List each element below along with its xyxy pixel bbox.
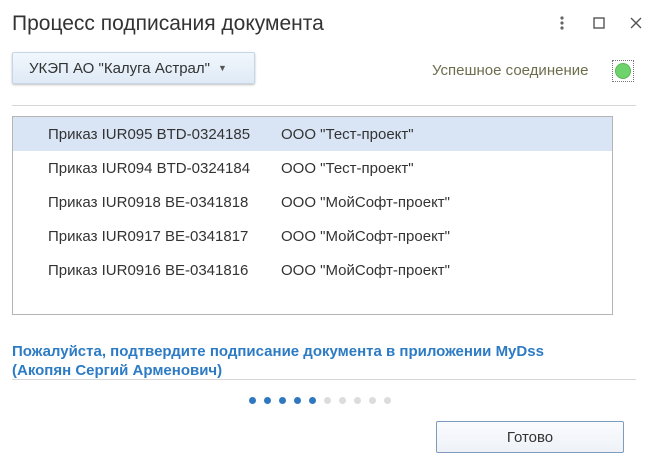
confirmation-message-line1: Пожалуйста, подтвердите подписание докум…: [12, 343, 544, 360]
confirmation-message-line2: (Акопян Сергий Арменович): [12, 362, 223, 379]
progress-dot: [324, 397, 331, 404]
document-organization: ООО "МойСофт-проект": [281, 227, 451, 245]
document-row[interactable]: Приказ IUR095 BTD-0324185 ООО "Тест-проек…: [13, 117, 612, 151]
close-icon[interactable]: [626, 13, 646, 33]
progress-dots: [249, 397, 399, 404]
document-name: Приказ IUR094 BTD-0324184: [48, 159, 251, 177]
progress-dot: [384, 397, 391, 404]
progress-dot: [249, 397, 256, 404]
progress-dot: [354, 397, 361, 404]
document-row[interactable]: Приказ IUR094 BTD-0324184 ООО "Тест-проек…: [13, 151, 612, 185]
more-menu-icon[interactable]: [552, 13, 572, 33]
progress-dot: [339, 397, 346, 404]
certificate-label: УКЭП АО "Калуга Астрал": [29, 59, 210, 77]
document-name: Приказ IUR095 BTD-0324185: [48, 125, 251, 143]
connection-status-text: Успешное соединение: [432, 62, 589, 79]
progress-dot: [309, 397, 316, 404]
document-name: Приказ IUR0918 BE-0341818: [48, 193, 249, 211]
document-organization: ООО "Тест-проект": [281, 125, 414, 143]
dialog-title: Процесс подписания документа: [12, 12, 324, 35]
document-organization: ООО "МойСофт-проект": [281, 261, 451, 279]
progress-dot: [294, 397, 301, 404]
document-row[interactable]: Приказ IUR0918 BE-0341818 ООО "МойСофт-пр…: [13, 185, 612, 219]
done-button[interactable]: Готово: [436, 421, 624, 453]
maximize-icon[interactable]: [589, 13, 609, 33]
confirmation-message: Пожалуйста, подтвердите подписание докум…: [12, 342, 632, 380]
documents-list[interactable]: Приказ IUR095 BTD-0324185 ООО "Тест-проек…: [12, 116, 613, 315]
progress-dot: [369, 397, 376, 404]
document-organization: ООО "МойСофт-проект": [281, 193, 451, 211]
progress-dot: [264, 397, 271, 404]
document-row[interactable]: Приказ IUR0917 BE-0341817 ООО "МойСофт-пр…: [13, 219, 612, 253]
progress-dot: [279, 397, 286, 404]
document-row[interactable]: Приказ IUR0916 BE-0341816 ООО "МойСофт-пр…: [13, 253, 612, 287]
connection-indicator: [612, 60, 634, 82]
certificate-select-button[interactable]: УКЭП АО "Калуга Астрал" ▼: [12, 52, 255, 84]
divider: [12, 105, 636, 106]
status-dot-icon: [615, 63, 631, 79]
document-organization: ООО "Тест-проект": [281, 159, 414, 177]
document-name: Приказ IUR0916 BE-0341816: [48, 261, 249, 279]
divider: [12, 379, 636, 380]
document-name: Приказ IUR0917 BE-0341817: [48, 227, 249, 245]
triangle-down-icon: ▼: [217, 63, 227, 73]
